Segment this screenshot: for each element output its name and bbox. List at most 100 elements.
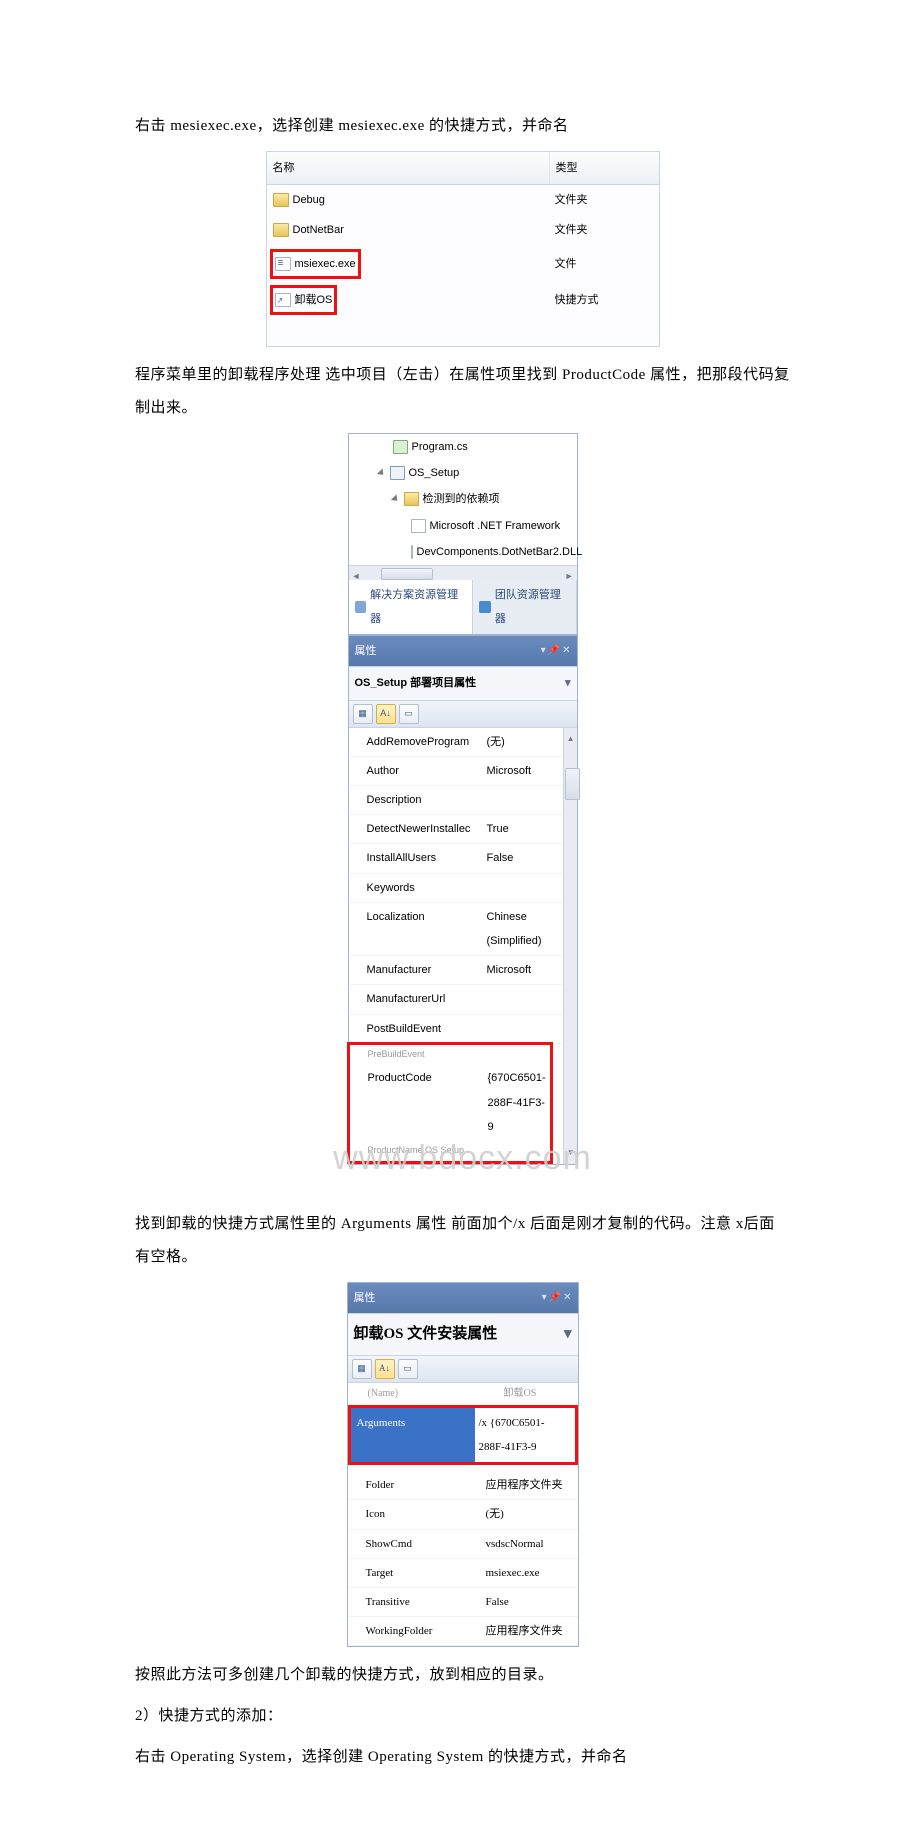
vs-panel: Program.cs OS_Setup 检测到的依赖项 Microsoft .N… bbox=[348, 433, 578, 1165]
prop-row-faded: PreBuildEvent bbox=[350, 1045, 550, 1065]
file-row-dotnetbar[interactable]: DotNetBar 文件夹 bbox=[267, 215, 659, 245]
prop-row[interactable]: ManufacturerUrl bbox=[349, 985, 563, 1014]
properties-title: 属性 ▾ 📌 ✕ bbox=[348, 1283, 578, 1313]
file-row-msiexec[interactable]: msiexec.exe 文件 bbox=[267, 246, 659, 282]
file-type: 文件夹 bbox=[549, 187, 659, 213]
paragraph-4: 按照此方法可多创建几个卸载的快捷方式，放到相应的目录。 bbox=[135, 1659, 790, 1692]
pages-button[interactable]: ▭ bbox=[398, 1359, 418, 1379]
cs-file-icon bbox=[393, 440, 408, 454]
tab-label: 团队资源管理器 bbox=[495, 583, 570, 631]
properties-grid: AddRemoveProgram(无) AuthorMicrosoft Desc… bbox=[349, 728, 577, 1164]
subject-label: OS_Setup 部署项目属性 bbox=[355, 671, 477, 695]
tree-item-deps[interactable]: 检测到的依赖项 bbox=[349, 486, 577, 512]
prop-row[interactable]: InstallAllUsersFalse bbox=[349, 844, 563, 873]
prop-row[interactable]: PostBuildEvent bbox=[349, 1015, 563, 1044]
prop-key-arguments: Arguments bbox=[351, 1408, 475, 1462]
expand-icon[interactable] bbox=[390, 495, 399, 504]
prop-row[interactable]: Icon(无) bbox=[348, 1500, 578, 1529]
properties-toolbar: ▦ A↓ ▭ bbox=[348, 1356, 578, 1383]
vertical-scrollbar[interactable] bbox=[563, 728, 577, 1164]
file-row-debug[interactable]: Debug 文件夹 bbox=[267, 185, 659, 215]
alpha-sort-button[interactable]: A↓ bbox=[375, 1359, 395, 1379]
explorer-tabs: 解决方案资源管理器 团队资源管理器 bbox=[348, 580, 578, 635]
prop-row[interactable]: WorkingFolder应用程序文件夹 bbox=[348, 1617, 578, 1646]
file-name: Debug bbox=[293, 188, 325, 212]
properties-panel: 属性 ▾ 📌 ✕ OS_Setup 部署项目属性 ▾ ▦ A↓ ▭ bbox=[348, 635, 578, 1165]
pin-icon[interactable]: 📌 bbox=[548, 640, 560, 662]
tab-team-explorer[interactable]: 团队资源管理器 bbox=[473, 580, 576, 634]
file-row-uninstall-os[interactable]: 卸载OS 快捷方式 bbox=[267, 282, 659, 318]
pin-icon[interactable]: 📌 bbox=[549, 1287, 561, 1309]
highlight-box: 卸载OS bbox=[270, 285, 338, 315]
category-button[interactable]: ▦ bbox=[353, 704, 373, 724]
folder-icon bbox=[273, 193, 289, 207]
title-label: 属性 bbox=[355, 639, 377, 663]
tree-label: DevComponents.DotNetBar2.DLL bbox=[417, 540, 583, 564]
prop-row[interactable]: TransitiveFalse bbox=[348, 1588, 578, 1617]
prop-row[interactable]: AddRemoveProgram(无) bbox=[349, 728, 563, 757]
file-name: DotNetBar bbox=[293, 218, 344, 242]
properties-subject[interactable]: 卸载OS 文件安装属性 ▾ bbox=[348, 1313, 578, 1356]
tab-solution-explorer[interactable]: 解决方案资源管理器 bbox=[349, 580, 474, 634]
prop-row[interactable]: Targetmsiexec.exe bbox=[348, 1559, 578, 1588]
properties-subject[interactable]: OS_Setup 部署项目属性 ▾ bbox=[349, 666, 577, 700]
alpha-sort-button[interactable]: A↓ bbox=[376, 704, 396, 724]
prop-row[interactable]: Folder应用程序文件夹 bbox=[348, 1471, 578, 1500]
col-header-type: 类型 bbox=[550, 152, 659, 184]
file-type: 文件夹 bbox=[549, 217, 659, 243]
file-name: msiexec.exe bbox=[295, 252, 356, 276]
title-label: 属性 bbox=[354, 1286, 376, 1310]
assembly-icon bbox=[411, 545, 413, 559]
tree-item-netframework[interactable]: Microsoft .NET Framework bbox=[349, 513, 577, 539]
tree-label: Program.cs bbox=[412, 435, 468, 459]
prop-name-value-faded: 卸载OS bbox=[484, 1383, 541, 1405]
close-icon[interactable]: ✕ bbox=[563, 1287, 571, 1309]
prop-name-faded: (Name) bbox=[348, 1383, 484, 1405]
tree-item-program-cs[interactable]: Program.cs bbox=[349, 434, 577, 460]
highlight-arguments-row[interactable]: Arguments /x {670C6501-288F-41F3-9 bbox=[348, 1405, 578, 1465]
project-icon bbox=[390, 466, 405, 480]
prop-row[interactable]: ManufacturerMicrosoft bbox=[349, 956, 563, 985]
folder-icon bbox=[273, 223, 289, 237]
close-icon[interactable]: ✕ bbox=[562, 640, 570, 662]
dropdown-icon[interactable]: ▾ bbox=[541, 640, 546, 662]
prop-row[interactable]: Description bbox=[349, 786, 563, 815]
prop-row[interactable]: ShowCmdvsdscNormal bbox=[348, 1530, 578, 1559]
tree-item-os-setup[interactable]: OS_Setup bbox=[349, 460, 577, 486]
paragraph-6: 右击 Operating System，选择创建 Operating Syste… bbox=[135, 1741, 790, 1774]
col-header-name: 名称 bbox=[267, 152, 550, 184]
team-icon bbox=[479, 601, 491, 613]
paragraph-3: 找到卸载的快捷方式属性里的 Arguments 属性 前面加个/x 后面是刚才复… bbox=[135, 1208, 790, 1274]
prop-row[interactable]: DetectNewerInstallecTrue bbox=[349, 815, 563, 844]
shortcut-icon bbox=[275, 293, 291, 307]
horizontal-scrollbar[interactable] bbox=[349, 565, 577, 580]
solution-icon bbox=[355, 601, 367, 613]
file-type: 文件 bbox=[549, 251, 659, 277]
subject-label: 卸载OS 文件安装属性 bbox=[354, 1318, 498, 1351]
category-button[interactable]: ▦ bbox=[352, 1359, 372, 1379]
tree-item-dotnetbar-dll[interactable]: DevComponents.DotNetBar2.DLL bbox=[349, 539, 577, 565]
expand-icon[interactable] bbox=[376, 469, 385, 478]
tab-label: 解决方案资源管理器 bbox=[370, 583, 466, 631]
prop-row[interactable]: LocalizationChinese (Simplified) bbox=[349, 903, 563, 956]
properties-title: 属性 ▾ 📌 ✕ bbox=[349, 636, 577, 666]
paragraph-5: 2）快捷方式的添加： bbox=[135, 1700, 790, 1733]
file-type: 快捷方式 bbox=[549, 287, 659, 313]
tree-label: 检测到的依赖项 bbox=[423, 487, 500, 511]
chevron-down-icon[interactable]: ▾ bbox=[564, 1318, 572, 1351]
assembly-icon bbox=[411, 519, 426, 533]
folder-icon bbox=[404, 492, 419, 506]
tree-label: OS_Setup bbox=[409, 461, 460, 485]
solution-explorer: Program.cs OS_Setup 检测到的依赖项 Microsoft .N… bbox=[348, 433, 578, 580]
prop-row[interactable]: AuthorMicrosoft bbox=[349, 757, 563, 786]
file-name: 卸载OS bbox=[295, 288, 333, 312]
pages-button[interactable]: ▭ bbox=[399, 704, 419, 724]
file-list-panel: 名称 类型 Debug 文件夹 DotNetBar 文件夹 msiexec.ex… bbox=[266, 151, 660, 347]
dropdown-icon[interactable]: ▾ bbox=[542, 1287, 547, 1309]
paragraph-2: 程序菜单里的卸载程序处理 选中项目（左击）在属性项里找到 ProductCode… bbox=[135, 359, 790, 425]
watermark: www.bdocx.com bbox=[135, 1121, 790, 1196]
chevron-down-icon[interactable]: ▾ bbox=[565, 671, 571, 695]
file-list-header: 名称 类型 bbox=[267, 152, 659, 185]
prop-row[interactable]: Keywords bbox=[349, 874, 563, 903]
prop-val-arguments: /x {670C6501-288F-41F3-9 bbox=[475, 1408, 575, 1462]
